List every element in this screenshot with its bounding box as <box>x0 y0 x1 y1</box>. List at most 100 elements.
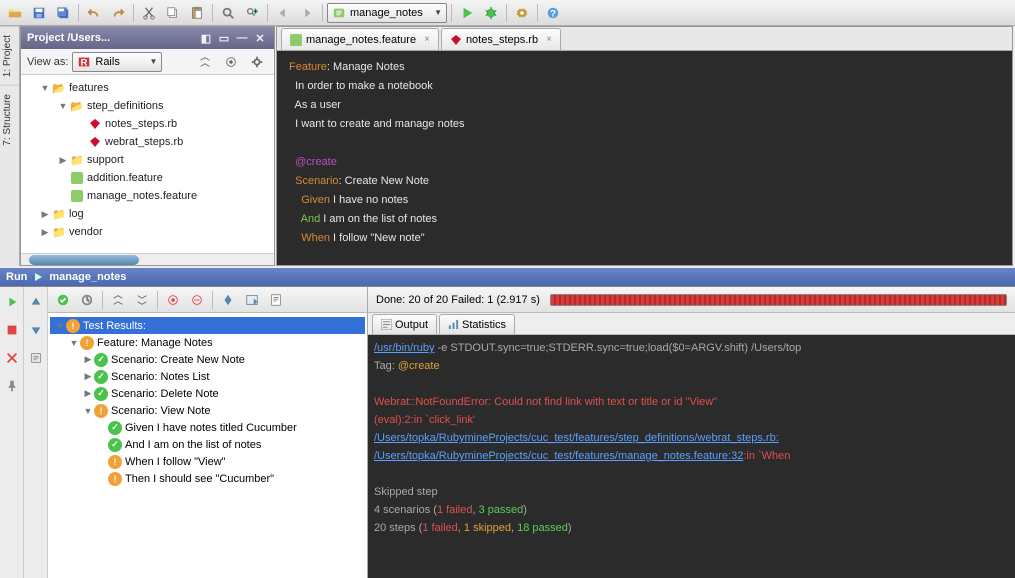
test-step-and[interactable]: ✓And I am on the list of notes <box>50 436 365 453</box>
select-first-failed-icon[interactable] <box>162 289 184 311</box>
editor-tab-notes-steps[interactable]: notes_steps.rb× <box>441 28 561 50</box>
project-tree[interactable]: ▼📂features ▼📂step_definitions notes_step… <box>21 75 274 253</box>
separator <box>133 4 134 22</box>
export-icon[interactable] <box>25 347 47 369</box>
redo-icon[interactable] <box>107 2 129 24</box>
tree-node-webrat-steps[interactable]: webrat_steps.rb <box>21 133 274 151</box>
separator <box>506 4 507 22</box>
tab-output[interactable]: Output <box>372 314 437 334</box>
rails-icon: R <box>77 55 91 69</box>
editor-tabstrip: manage_notes.feature× notes_steps.rb× <box>277 27 1012 51</box>
tree-node-addition[interactable]: addition.feature <box>21 169 274 187</box>
pin-icon[interactable] <box>1 375 23 397</box>
next-failed-icon[interactable] <box>25 319 47 341</box>
test-step-then[interactable]: !Then I should see "Cucumber" <box>50 470 365 487</box>
find-icon[interactable] <box>217 2 239 24</box>
back-icon[interactable] <box>272 2 294 24</box>
collapse-all-icon[interactable] <box>107 289 129 311</box>
tab-structure[interactable]: 7: Structure <box>0 85 19 154</box>
progress-bar <box>550 294 1007 306</box>
feature-icon <box>290 34 302 46</box>
test-tree[interactable]: ▼!Test Results: ▼!Feature: Manage Notes … <box>48 313 367 578</box>
test-feature[interactable]: ▼!Feature: Manage Notes <box>50 334 365 351</box>
separator <box>212 291 213 309</box>
track-running-icon[interactable] <box>76 289 98 311</box>
tree-node-manage-notes[interactable]: manage_notes.feature <box>21 187 274 205</box>
folder-open-icon: 📂 <box>51 81 67 95</box>
test-scenario-delete[interactable]: ▶✓Scenario: Delete Note <box>50 385 365 402</box>
run-nav-bar <box>24 287 48 578</box>
save-all-icon[interactable] <box>52 2 74 24</box>
fail-icon: ! <box>108 455 122 469</box>
tree-node-notes-steps[interactable]: notes_steps.rb <box>21 115 274 133</box>
pass-icon: ✓ <box>108 421 122 435</box>
play-icon <box>33 272 43 282</box>
copy-icon[interactable] <box>162 2 184 24</box>
separator <box>157 291 158 309</box>
run-action-bar <box>0 287 24 578</box>
autoscroll-icon[interactable] <box>220 51 242 73</box>
save-icon[interactable] <box>28 2 50 24</box>
open-source-icon[interactable] <box>241 289 263 311</box>
editor-tab-manage-notes[interactable]: manage_notes.feature× <box>281 28 439 50</box>
expand-all-icon[interactable] <box>131 289 153 311</box>
help-icon[interactable]: ? <box>542 2 564 24</box>
test-scenario-list[interactable]: ▶✓Scenario: Notes List <box>50 368 365 385</box>
settings-icon[interactable] <box>511 2 533 24</box>
close-run-icon[interactable] <box>1 347 23 369</box>
forward-icon[interactable] <box>296 2 318 24</box>
tree-node-log[interactable]: ▶📁log <box>21 205 274 223</box>
close-tab-icon[interactable]: × <box>546 34 552 45</box>
tree-node-support[interactable]: ▶📁support <box>21 151 274 169</box>
gear-icon[interactable] <box>246 51 268 73</box>
separator <box>267 4 268 22</box>
tab-statistics[interactable]: Statistics <box>439 314 515 334</box>
tree-node-step-definitions[interactable]: ▼📂step_definitions <box>21 97 274 115</box>
stop-icon[interactable] <box>1 319 23 341</box>
run-config-combo[interactable]: manage_notes ▼ <box>327 3 447 23</box>
rerun-icon[interactable] <box>1 291 23 313</box>
panel-dock-icon[interactable]: ◧ <box>198 30 214 46</box>
tree-node-features[interactable]: ▼📂features <box>21 79 274 97</box>
output-tabstrip: Output Statistics <box>368 313 1015 335</box>
open-icon[interactable] <box>4 2 26 24</box>
folder-icon: 📁 <box>51 207 67 221</box>
project-panel-header: Project /Users... ◧ ▭ — ✕ <box>21 27 274 49</box>
panel-minimize-icon[interactable]: — <box>234 30 250 46</box>
tree-node-vendor[interactable]: ▶📁vendor <box>21 223 274 241</box>
autoscroll-to-source-icon[interactable] <box>217 289 239 311</box>
folder-icon: 📁 <box>69 153 85 167</box>
console-output[interactable]: /usr/bin/ruby -e STDOUT.sync=true;STDERR… <box>368 335 1015 578</box>
hide-passed-icon[interactable] <box>52 289 74 311</box>
pass-icon: ✓ <box>94 353 108 367</box>
collapse-all-icon[interactable] <box>194 51 216 73</box>
run-config-label: manage_notes <box>350 7 423 19</box>
separator <box>322 4 323 22</box>
prev-failed-icon[interactable] <box>25 291 47 313</box>
test-step-when[interactable]: !When I follow "View" <box>50 453 365 470</box>
export-results-icon[interactable] <box>265 289 287 311</box>
ruby-icon <box>87 117 103 131</box>
panel-float-icon[interactable]: ▭ <box>216 30 232 46</box>
test-scenario-create[interactable]: ▶✓Scenario: Create New Note <box>50 351 365 368</box>
paste-icon[interactable] <box>186 2 208 24</box>
view-as-combo[interactable]: R Rails ▼ <box>72 52 162 72</box>
horizontal-scrollbar[interactable] <box>21 253 274 265</box>
tab-project[interactable]: 1: Project <box>0 26 19 85</box>
test-root[interactable]: ▼!Test Results: <box>50 317 365 334</box>
editor-body[interactable]: Feature: Manage Notes In order to make a… <box>277 51 1012 265</box>
pass-icon: ✓ <box>94 370 108 384</box>
panel-close-icon[interactable]: ✕ <box>252 30 268 46</box>
test-scenario-view[interactable]: ▼!Scenario: View Note <box>50 402 365 419</box>
scroll-to-stack-icon[interactable] <box>186 289 208 311</box>
debug-icon[interactable] <box>480 2 502 24</box>
pass-icon: ✓ <box>108 438 122 452</box>
run-icon[interactable] <box>456 2 478 24</box>
run-body: ▼!Test Results: ▼!Feature: Manage Notes … <box>0 286 1015 578</box>
test-step-given[interactable]: ✓Given I have notes titled Cucumber <box>50 419 365 436</box>
replace-icon[interactable] <box>241 2 263 24</box>
cut-icon[interactable] <box>138 2 160 24</box>
close-tab-icon[interactable]: × <box>424 34 430 45</box>
scrollbar-thumb[interactable] <box>29 255 139 265</box>
undo-icon[interactable] <box>83 2 105 24</box>
